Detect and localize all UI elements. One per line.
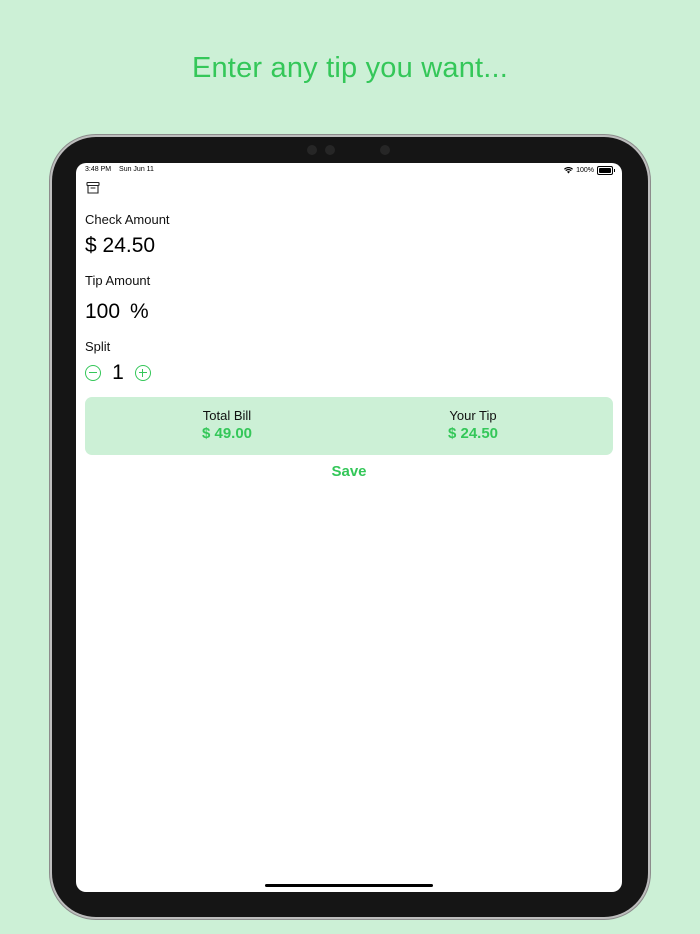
total-bill-value: $ 49.00 — [201, 425, 253, 442]
tip-percent-sign: % — [130, 300, 149, 323]
device-sensor — [307, 145, 317, 155]
plus-circle-icon[interactable] — [135, 365, 151, 381]
split-value: 1 — [112, 361, 124, 384]
tip-amount-field: 100 % — [85, 300, 149, 324]
status-date: Sun Jun 11 — [119, 166, 154, 173]
app-screen: 3:48 PM Sun Jun 11 100% Check Amount $ 2… — [76, 163, 622, 892]
your-tip-column: Your Tip $ 24.50 — [373, 408, 573, 442]
check-amount-input[interactable]: $ 24.50 — [85, 234, 155, 258]
ipad-device-frame: 3:48 PM Sun Jun 11 100% Check Amount $ 2… — [52, 137, 648, 917]
status-bar: 3:48 PM Sun Jun 11 100% — [85, 166, 615, 178]
total-bill-label: Total Bill — [202, 408, 252, 423]
save-button[interactable]: Save — [76, 463, 622, 480]
summary-card: Total Bill $ 49.00 Your Tip $ 24.50 — [85, 397, 613, 455]
your-tip-label: Your Tip — [449, 408, 497, 423]
battery-icon — [597, 166, 615, 175]
split-stepper: 1 — [85, 361, 151, 385]
your-tip-value: $ 24.50 — [447, 425, 499, 442]
wifi-icon — [564, 167, 574, 174]
tip-amount-input[interactable]: 100 — [85, 300, 120, 324]
minus-circle-icon[interactable] — [85, 365, 101, 381]
battery-percent: 100% — [576, 167, 594, 174]
status-time: 3:48 PM — [85, 166, 112, 173]
archive-box-icon[interactable] — [86, 181, 100, 195]
home-indicator[interactable] — [265, 884, 433, 887]
device-camera — [325, 145, 335, 155]
total-bill-column: Total Bill $ 49.00 — [127, 408, 327, 442]
check-amount-label: Check Amount — [85, 212, 170, 227]
device-sensor-right — [380, 145, 390, 155]
tip-amount-label: Tip Amount — [85, 273, 151, 288]
marketing-headline: Enter any tip you want... — [191, 52, 509, 84]
split-label: Split — [85, 339, 111, 354]
